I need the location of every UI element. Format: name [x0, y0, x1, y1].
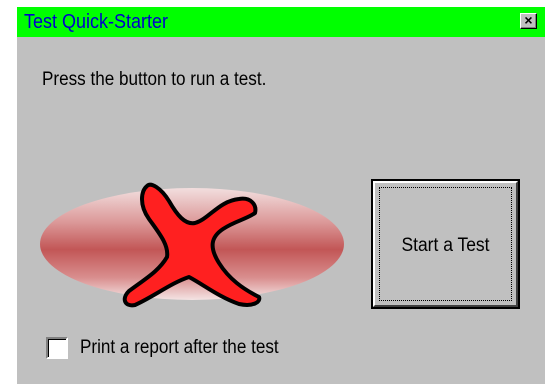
- window-title: Test Quick-Starter: [24, 11, 169, 33]
- close-icon: ×: [524, 12, 533, 28]
- instructions-text: Press the button to run a test.: [42, 69, 267, 90]
- red-x-icon: [40, 182, 344, 308]
- start-test-button[interactable]: Start a Test: [371, 179, 520, 309]
- print-report-label[interactable]: Print a report after the test: [80, 337, 279, 359]
- print-report-checkbox[interactable]: [46, 337, 68, 359]
- start-test-label: Start a Test: [401, 235, 490, 256]
- test-quick-starter-window: Test Quick-Starter × Press the button to…: [17, 7, 545, 384]
- title-bar[interactable]: Test Quick-Starter ×: [17, 7, 545, 37]
- close-button[interactable]: ×: [520, 13, 537, 29]
